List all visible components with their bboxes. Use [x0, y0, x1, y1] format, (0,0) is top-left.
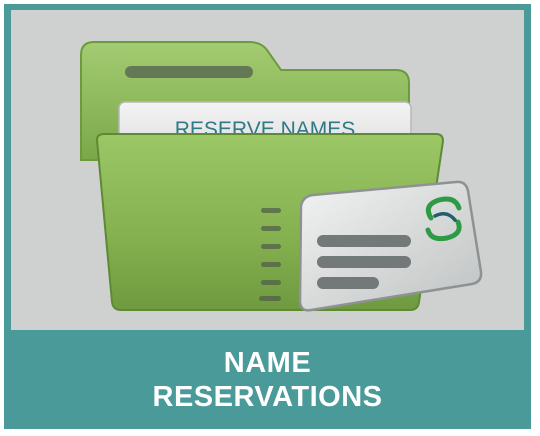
- name-reservations-tile[interactable]: RESERVE NAMES NAME RESERVATIONS: [4, 4, 531, 429]
- tile-label[interactable]: NAME RESERVATIONS: [4, 330, 531, 429]
- tile-label-line1: NAME: [223, 346, 312, 379]
- tile-image: RESERVE NAMES: [11, 10, 524, 330]
- tile-label-line2: RESERVATIONS: [152, 380, 383, 413]
- folder-illustration: RESERVE NAMES: [80, 41, 483, 312]
